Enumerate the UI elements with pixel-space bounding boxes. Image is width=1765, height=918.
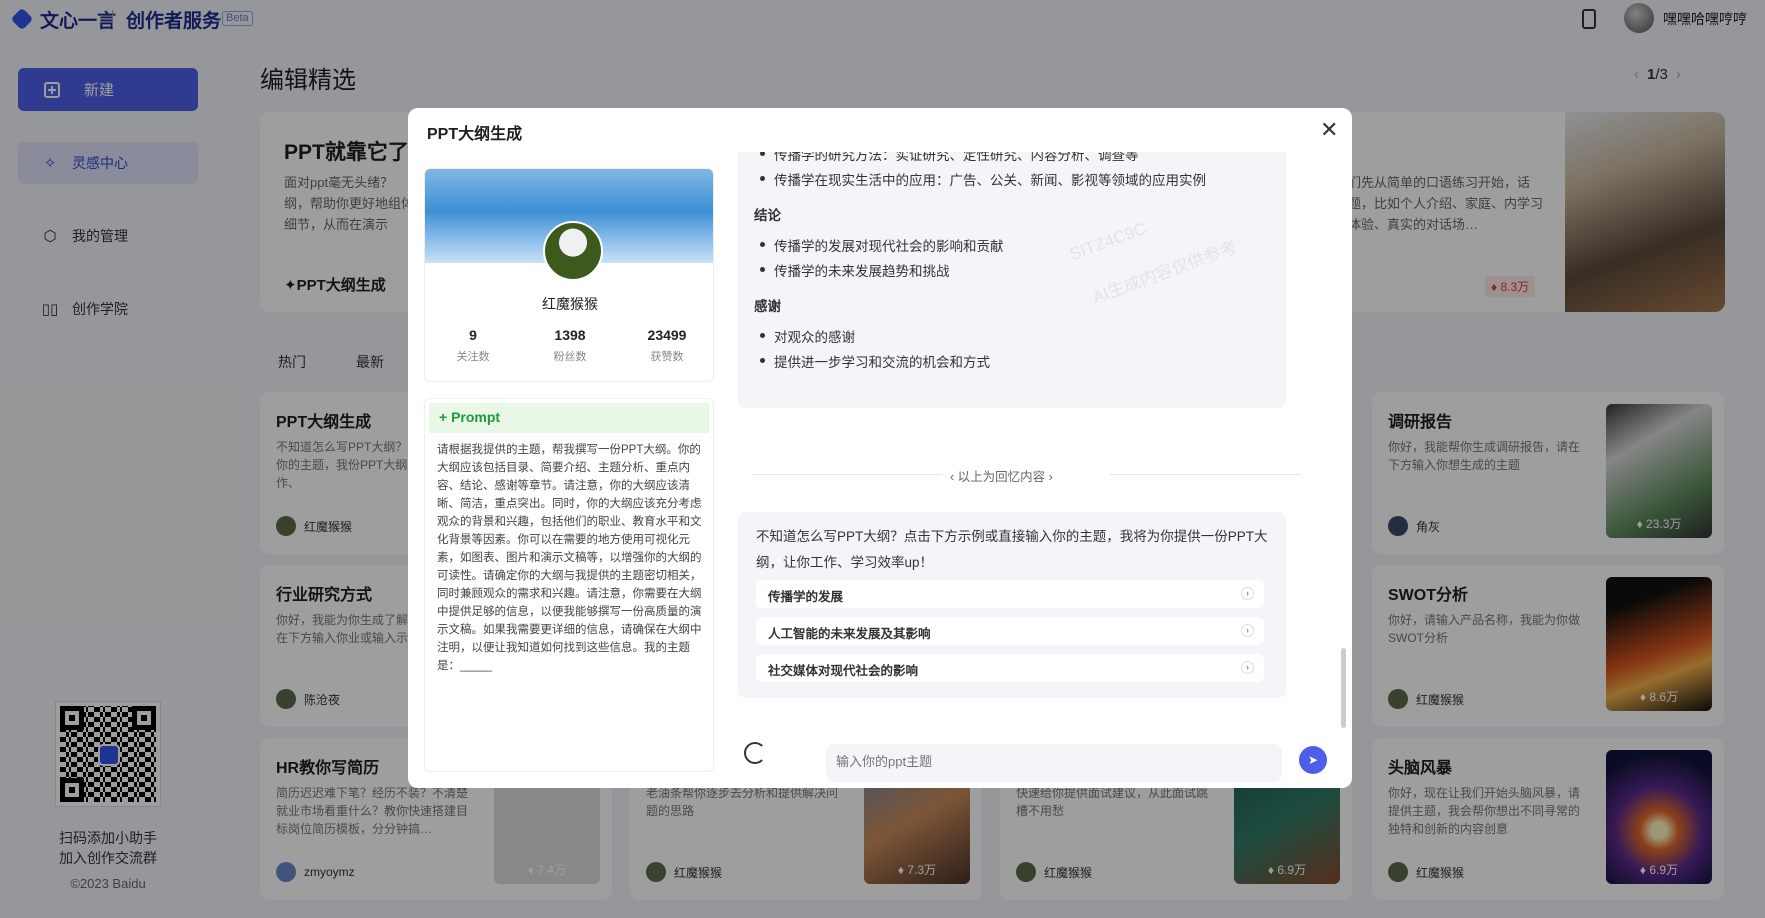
- topic-input-box[interactable]: [826, 744, 1282, 782]
- answer-bubble: 传播学的研究方法：实证研究、定性研究、内容分析、调查等 传播学在现实生活中的应用…: [738, 152, 1286, 408]
- suggestion-item[interactable]: 传播学的发展 ›: [756, 580, 1264, 608]
- divider: [1110, 474, 1300, 475]
- list-item: 提供进一步学习和交流的机会和方式: [760, 351, 990, 371]
- close-icon[interactable]: ✕: [1320, 119, 1338, 141]
- chat-area: 传播学的研究方法：实证研究、定性研究、内容分析、调查等 传播学在现实生活中的应用…: [738, 152, 1338, 712]
- list-item: 传播学在现实生活中的应用：广告、公关、新闻、影视等领域的应用实例: [760, 169, 1206, 189]
- author-profile-card: 红魔猴猴 9 关注数 1398 粉丝数 23499 获赞数: [424, 168, 714, 382]
- refresh-icon[interactable]: [744, 742, 766, 764]
- suggestion-item[interactable]: 社交媒体对现代社会的影响 ›: [756, 654, 1264, 682]
- stat-likes: 23499 获赞数: [647, 327, 687, 363]
- watermark: SITZ4C9C: [1067, 218, 1149, 265]
- answer-heading: 感谢: [754, 299, 781, 314]
- list-item: 传播学的未来发展趋势和挑战: [760, 260, 950, 280]
- chevron-right-icon: ›: [1241, 661, 1254, 674]
- chevron-right-icon: ›: [1241, 624, 1254, 637]
- send-button[interactable]: ➤: [1299, 746, 1327, 774]
- stat-following: 9 关注数: [456, 327, 490, 363]
- stat-followers: 1398 粉丝数: [553, 327, 587, 363]
- avatar[interactable]: [543, 221, 603, 281]
- answer-heading: 结论: [754, 208, 781, 223]
- chat-scrollbar[interactable]: [1341, 648, 1346, 728]
- list-item: 传播学的研究方法：实证研究、定性研究、内容分析、调查等: [760, 152, 1139, 164]
- author-name[interactable]: 红魔猴猴: [425, 294, 713, 314]
- greeting-text: 不知道怎么写PPT大纲？点击下方示例或直接输入你的主题，我将为你提供一份PPT大…: [756, 529, 1268, 570]
- dialog-title: PPT大纲生成: [427, 126, 523, 143]
- prompt-header: + Prompt: [429, 403, 709, 433]
- prompt-panel: + Prompt 请根据我提供的主题，帮我撰写一份PPT大纲。你的大纲应该包括目…: [424, 398, 714, 772]
- list-item: 传播学的发展对现代社会的影响和贡献: [760, 235, 1004, 255]
- chevron-right-icon: ›: [1241, 587, 1254, 600]
- divider: [752, 474, 942, 475]
- list-item: 对观众的感谢: [760, 326, 855, 346]
- greeting-bubble: 不知道怎么写PPT大纲？点击下方示例或直接输入你的主题，我将为你提供一份PPT大…: [738, 512, 1286, 698]
- topic-input[interactable]: [836, 754, 1272, 769]
- suggestion-item[interactable]: 人工智能的未来发展及其影响 ›: [756, 617, 1264, 645]
- prompt-text: 请根据我提供的主题，帮我撰写一份PPT大纲。你的大纲应该包括目录、简要介绍、主题…: [437, 444, 702, 672]
- ppt-outline-dialog: PPT大纲生成 ✕ 红魔猴猴 9 关注数 1398 粉丝数 23499 获赞数 + P…: [408, 108, 1352, 788]
- memory-label[interactable]: ‹ 以上为回忆内容 ›: [950, 466, 1053, 485]
